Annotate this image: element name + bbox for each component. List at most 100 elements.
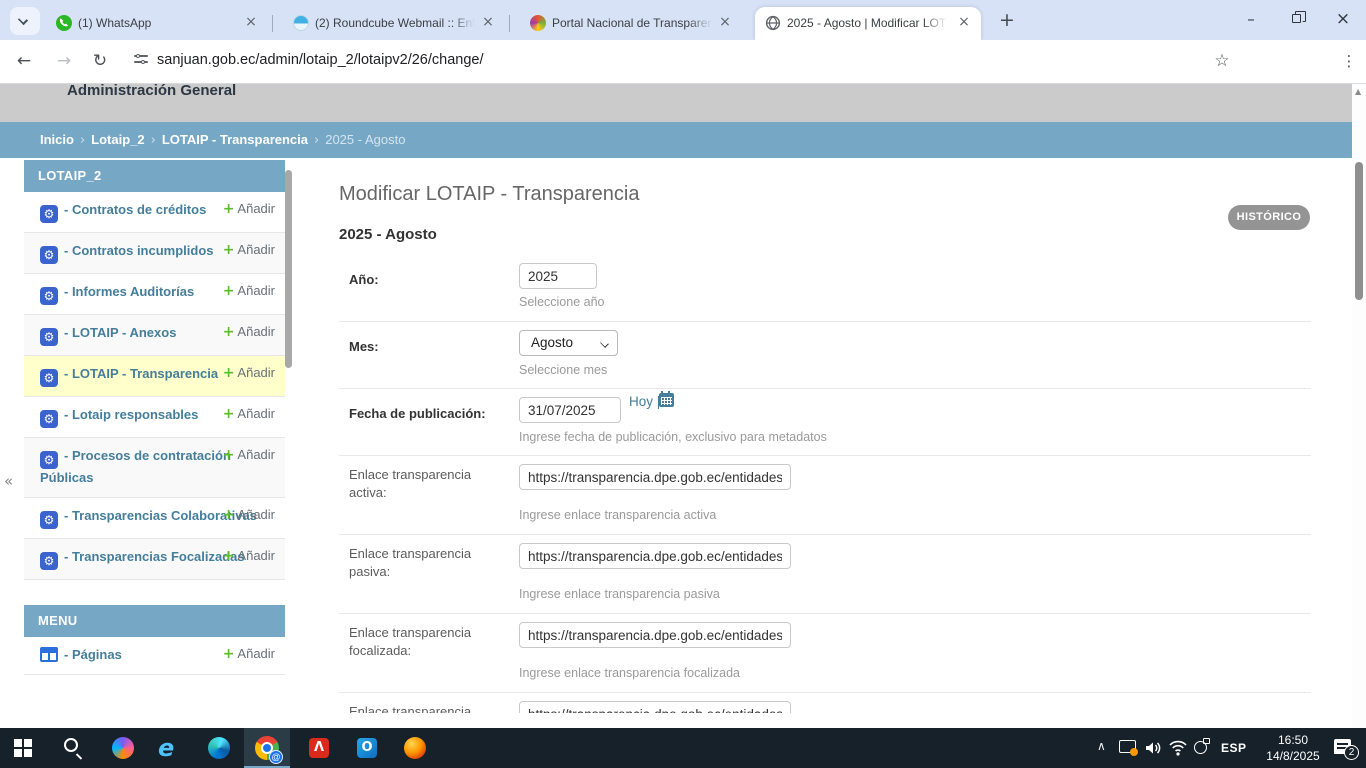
chevron-down-icon <box>600 339 609 348</box>
field-label: Enlace transparencia <box>349 703 499 713</box>
fecha-input[interactable] <box>519 397 621 423</box>
minimize-button[interactable]: – <box>1228 0 1274 38</box>
add-link[interactable]: +Añadir <box>223 324 275 340</box>
tab-portal[interactable]: Portal Nacional de Transparenc × <box>520 7 742 40</box>
plus-icon: + <box>223 324 235 340</box>
volume-icon[interactable] <box>1143 738 1163 758</box>
breadcrumb-link[interactable]: Inicio <box>40 132 74 147</box>
url-bar[interactable]: sanjuan.gob.ec/admin/lotaip_2/lotaipv2/2… <box>157 52 484 68</box>
calendar-icon[interactable] <box>659 393 674 407</box>
sidebar-item-lotaip-anexos[interactable]: ⚙- LOTAIP - Anexos +Añadir <box>24 315 285 356</box>
tab-roundcube[interactable]: (2) Roundcube Webmail :: Entra × <box>283 7 505 40</box>
copilot-icon <box>112 737 134 759</box>
page-title: Modificar LOTAIP - Transparencia <box>339 183 640 206</box>
scroll-up-arrow[interactable]: ▲ <box>1355 87 1361 96</box>
sidebar-item-contratos-creditos[interactable]: ⚙- Contratos de créditos +Añadir <box>24 192 285 233</box>
gear-icon: ⚙ <box>40 328 58 346</box>
tab-active-lotaip[interactable]: 2025 - Agosto | Modificar LOTAI × <box>755 7 981 40</box>
taskbar-copilot-button[interactable] <box>100 728 146 768</box>
restore-button[interactable] <box>1274 0 1320 38</box>
sidebar-item-lotaip-transparencia-selected[interactable]: ⚙- LOTAIP - Transparencia +Añadir <box>24 356 285 397</box>
browser-tabstrip: (1) WhatsApp × (2) Roundcube Webmail :: … <box>0 0 1366 40</box>
notification-badge: 2 <box>1344 745 1359 760</box>
sidebar-item-transparencias-focalizadas[interactable]: ⚙- Transparencias Focalizadas +Añadir <box>24 539 285 580</box>
add-link[interactable]: +Añadir <box>223 447 275 463</box>
tab-search-button[interactable] <box>10 7 40 35</box>
gear-icon: ⚙ <box>40 246 58 264</box>
hoy-link[interactable]: Hoy | <box>629 394 660 409</box>
taskbar: e @ Λ O ∧ ESP 16:50 14/8/2025 2 <box>0 728 1366 768</box>
gear-icon: ⚙ <box>40 410 58 428</box>
meet-now-icon[interactable] <box>1194 741 1207 754</box>
close-icon[interactable]: × <box>479 14 497 32</box>
taskbar-acrobat-button[interactable]: Λ <box>296 728 342 768</box>
close-icon[interactable]: × <box>242 14 260 32</box>
clock[interactable]: 16:50 14/8/2025 <box>1258 732 1328 764</box>
add-link[interactable]: +Añadir <box>223 507 275 523</box>
sidebar-section-title: MENU <box>24 605 285 637</box>
add-link[interactable]: +Añadir <box>223 548 275 564</box>
taskbar-chrome-button-active[interactable]: @ <box>244 728 290 768</box>
add-link[interactable]: +Añadir <box>223 201 275 217</box>
mes-select[interactable]: Agosto <box>519 330 618 356</box>
pages-icon <box>40 647 58 662</box>
edge-icon <box>208 737 230 759</box>
taskbar-ie-button[interactable]: e <box>148 728 194 768</box>
sidebar-item-informes-auditorias[interactable]: ⚙- Informes Auditorías +Añadir <box>24 274 285 315</box>
tab-title: 2025 - Agosto | Modificar LOTAI <box>787 16 947 30</box>
tab-title: (1) WhatsApp <box>78 16 238 30</box>
breadcrumb-link[interactable]: LOTAIP - Transparencia <box>162 132 308 147</box>
tab-whatsapp[interactable]: (1) WhatsApp × <box>46 7 268 40</box>
close-icon[interactable]: × <box>955 14 973 32</box>
windows-logo-icon <box>14 739 32 757</box>
sidebar-item-contratos-incumplidos[interactable]: ⚙- Contratos incumplidos +Añadir <box>24 233 285 274</box>
field-label: Enlace transparencia pasiva: <box>349 545 499 581</box>
reload-button[interactable]: ↻ <box>88 50 112 74</box>
admin-header-band: Administración General <box>0 84 1352 122</box>
enlace-pasiva-input[interactable] <box>519 543 791 569</box>
start-button[interactable] <box>0 728 46 768</box>
taskbar-edge-button[interactable] <box>196 728 242 768</box>
breadcrumb-link[interactable]: Lotaip_2 <box>91 132 144 147</box>
close-icon[interactable]: × <box>716 14 734 32</box>
enlace-activa-input[interactable] <box>519 464 791 490</box>
bookmark-star-icon[interactable]: ☆ <box>1210 50 1234 74</box>
language-indicator[interactable]: ESP <box>1221 741 1247 755</box>
site-info-icon[interactable] <box>134 53 148 65</box>
new-tab-button[interactable]: + <box>994 8 1020 34</box>
sidebar-collapse-arrow[interactable]: « <box>4 472 13 490</box>
sidebar-item-lotaip-responsables[interactable]: ⚙- Lotaip responsables +Añadir <box>24 397 285 438</box>
forward-button[interactable]: → <box>52 50 76 74</box>
add-link[interactable]: +Añadir <box>223 406 275 422</box>
enlace-focalizada-input[interactable] <box>519 622 791 648</box>
enlace-input[interactable] <box>519 701 791 713</box>
search-icon <box>64 738 78 752</box>
sidebar-section-title: LOTAIP_2 <box>24 160 285 192</box>
wifi-icon[interactable] <box>1168 739 1188 757</box>
kebab-menu-icon[interactable]: ⋮ <box>1337 50 1361 74</box>
plus-icon: + <box>223 365 235 381</box>
taskbar-firefox-button[interactable] <box>392 728 438 768</box>
screen: (1) WhatsApp × (2) Roundcube Webmail :: … <box>0 0 1366 768</box>
sidebar-item-paginas[interactable]: - Páginas +Añadir <box>24 637 285 675</box>
internet-explorer-icon: e <box>158 734 174 762</box>
close-window-button[interactable]: × <box>1320 0 1366 38</box>
vertical-scrollbar[interactable]: ▲ <box>1352 84 1366 728</box>
taskbar-search-button[interactable] <box>50 728 96 768</box>
sidebar-item-transparencias-colaborativas[interactable]: ⚙- Transparencias Colaborativas +Añadir <box>24 498 285 539</box>
taskbar-outlook-button[interactable]: O <box>344 728 390 768</box>
add-link[interactable]: +Añadir <box>223 646 275 662</box>
anio-input[interactable] <box>519 263 597 289</box>
sidebar-scrollbar-thumb[interactable] <box>285 170 292 368</box>
add-link[interactable]: +Añadir <box>223 242 275 258</box>
vertical-scrollbar-thumb[interactable] <box>1355 162 1363 300</box>
sidebar-item-procesos-contratacion[interactable]: ⚙- Procesos de contratación Públicas +Añ… <box>24 438 285 498</box>
add-link[interactable]: +Añadir <box>223 283 275 299</box>
historico-button[interactable]: HISTÓRICO <box>1228 205 1310 230</box>
tray-expand-chevron[interactable]: ∧ <box>1097 739 1106 753</box>
back-button[interactable]: ← <box>12 50 36 74</box>
field-help: Ingrese fecha de publicación, exclusivo … <box>519 430 827 444</box>
add-link[interactable]: +Añadir <box>223 365 275 381</box>
gear-icon: ⚙ <box>40 287 58 305</box>
field-label: Año: <box>349 271 499 289</box>
